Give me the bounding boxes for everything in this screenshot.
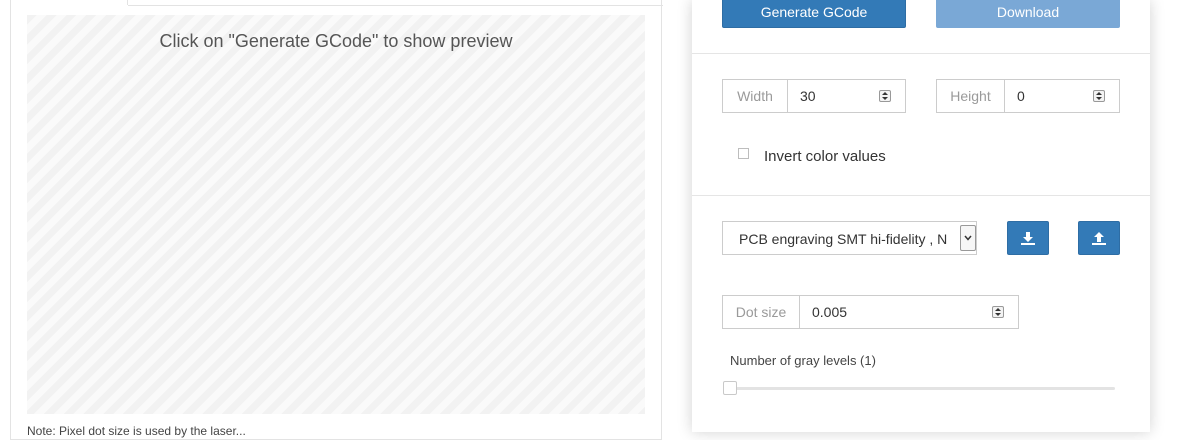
width-input[interactable]: 30: [788, 80, 905, 112]
dot-size-label: Dot size: [723, 296, 800, 328]
download-profile-button[interactable]: [1007, 221, 1049, 255]
gray-levels-handle[interactable]: [723, 381, 737, 395]
dot-size-field: Dot size 0.005: [722, 295, 1019, 329]
upload-icon: [1092, 231, 1106, 245]
dot-size-spinner-icon[interactable]: [992, 306, 1004, 318]
generate-gcode-button[interactable]: Generate GCode: [722, 0, 906, 28]
dot-size-value: 0.005: [812, 304, 848, 320]
height-field: Height 0: [936, 79, 1120, 113]
height-spinner-icon[interactable]: [1093, 90, 1105, 102]
preview-message: Click on "Generate GCode" to show previe…: [159, 31, 513, 51]
dot-size-input[interactable]: 0.005: [800, 296, 1018, 328]
width-field: Width 30: [722, 79, 906, 113]
width-spinner-icon[interactable]: [879, 90, 891, 102]
download-icon: [1021, 231, 1035, 245]
preview-canvas: Click on "Generate GCode" to show previe…: [27, 15, 645, 414]
height-input[interactable]: 0: [1005, 80, 1119, 112]
tab-line: [128, 5, 663, 6]
width-value: 30: [800, 88, 816, 104]
section-divider: [692, 53, 1150, 54]
generate-gcode-label: Generate GCode: [760, 4, 868, 20]
upload-profile-button[interactable]: [1078, 221, 1120, 255]
width-label: Width: [723, 80, 788, 112]
section-divider: [692, 195, 1150, 196]
height-label: Height: [937, 80, 1005, 112]
chevron-down-icon[interactable]: [960, 225, 976, 251]
invert-checkbox[interactable]: [738, 148, 749, 159]
profile-selected: PCB engraving SMT hi-fidelity , N: [739, 231, 947, 247]
profile-select[interactable]: PCB engraving SMT hi-fidelity , N: [722, 221, 977, 255]
gray-levels-track[interactable]: [730, 387, 1115, 390]
preview-note: Note: Pixel dot size is used by the lase…: [27, 424, 246, 438]
invert-label[interactable]: Invert color values: [764, 148, 886, 165]
download-button[interactable]: Download: [936, 0, 1120, 28]
download-label: Download: [996, 4, 1060, 20]
settings-panel: Generate GCode Download Width 30 Height …: [692, 0, 1150, 432]
gray-levels-label: Number of gray levels (1): [730, 353, 876, 368]
height-value: 0: [1017, 88, 1025, 104]
